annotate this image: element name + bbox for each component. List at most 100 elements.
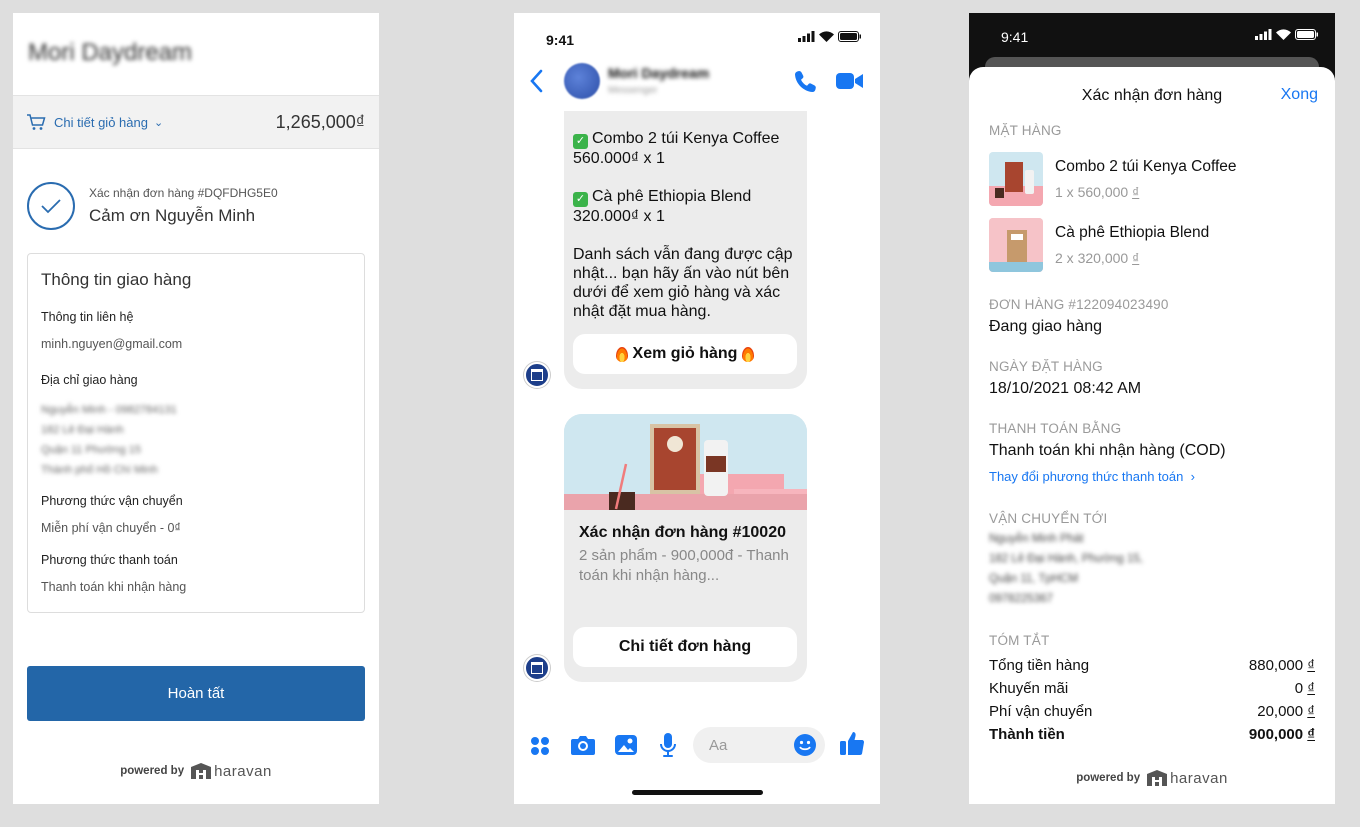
order-confirmation: Xác nhận đơn hàng #DQFDHG5E0 Cảm ơn Nguy…: [13, 149, 379, 245]
status-time: 9:41: [1001, 29, 1029, 45]
store-name: Mori Daydream: [28, 39, 193, 66]
payment-label: Thanh toán bằng: [989, 421, 1122, 436]
shipping-method-label: Phương thức vận chuyển: [41, 494, 183, 508]
cart-icon: [27, 114, 46, 130]
shipping-method-value: Miễn phí vận chuyển - 0₫: [41, 521, 181, 535]
powered-by-text: powered by: [1076, 772, 1141, 784]
chat-header: Mori Daydream Messenger: [514, 59, 880, 111]
video-call-icon[interactable]: [836, 71, 864, 91]
msg-item2-price: 320.000₫ x 1: [573, 208, 665, 225]
summary-row: Tổng tiền hàng 880,000 ₫: [989, 657, 1315, 674]
powered-by-footer: powered by haravan: [969, 769, 1335, 787]
order-card-title: Xác nhận đơn hàng #10020: [579, 524, 786, 541]
message-composer: Aa: [514, 725, 880, 765]
cart-summary-bar[interactable]: Chi tiết giỏ hàng ⌄ 1,265,000₫: [13, 95, 379, 149]
chevron-down-icon: ⌄: [153, 116, 164, 129]
gallery-icon[interactable]: [614, 734, 638, 756]
item-qty-price: 1 x 560,000 ₫: [1055, 184, 1140, 200]
status-time: 9:41: [546, 32, 575, 48]
payment-value: Thanh toán khi nhận hàng (COD): [989, 442, 1226, 459]
haravan-logo-icon: [1147, 770, 1168, 786]
order-number-label: Đơn hàng #122094023490: [989, 297, 1169, 312]
contact-value: minh.nguyen@gmail.com: [41, 337, 183, 351]
product-hero-image: [564, 414, 807, 510]
payment-method-value: Thanh toán khi nhận hàng: [41, 580, 187, 594]
address-label: Địa chỉ giao hàng: [41, 373, 138, 387]
order-item: Cà phê Ethiopia Blend 2 x 320,000 ₫: [989, 218, 1209, 272]
powered-by-text: powered by: [120, 765, 185, 777]
page-avatar[interactable]: [564, 63, 600, 99]
signal-icon: [798, 31, 815, 42]
ship-to-label: Vận chuyển tới: [989, 511, 1108, 526]
input-placeholder: Aa: [709, 737, 728, 754]
order-card-desc: 2 sản phẩm - 900,000đ - Thanh toán khi n…: [579, 547, 789, 584]
message-bubble-order: Xác nhận đơn hàng #10020 2 sản phẩm - 90…: [564, 414, 807, 682]
shipping-info-card: Thông tin giao hàng Thông tin liên hệ mi…: [27, 253, 365, 613]
cart-details-toggle[interactable]: Chi tiết giỏ hàng: [54, 115, 148, 130]
emoji-icon[interactable]: [793, 733, 817, 757]
order-item: Combo 2 túi Kenya Coffee 1 x 560,000 ₫: [989, 152, 1237, 206]
thank-you-message: Cảm ơn Nguyễn Minh: [89, 206, 256, 225]
address-line: Nguyễn Minh - 0982784131: [41, 404, 177, 416]
wifi-icon: [819, 31, 834, 42]
back-arrow-icon[interactable]: [530, 69, 544, 93]
wifi-icon: [1276, 29, 1291, 40]
status-icons: [1255, 29, 1319, 40]
bot-avatar: [524, 655, 550, 681]
like-thumb-icon[interactable]: [839, 730, 865, 756]
brand-name: haravan: [214, 762, 272, 780]
status-icons: [798, 31, 862, 42]
item-thumbnail: [989, 218, 1043, 272]
bot-avatar: [524, 362, 550, 388]
page-name[interactable]: Mori Daydream: [608, 65, 709, 81]
finish-button[interactable]: Hoàn tất: [27, 666, 365, 721]
store-header: Mori Daydream: [13, 13, 379, 95]
apps-menu-icon[interactable]: [530, 736, 550, 756]
haravan-logo-icon: [191, 763, 212, 779]
msg-item1-price: 560.000₫ x 1: [573, 150, 665, 167]
microphone-icon[interactable]: [659, 732, 677, 758]
item-name: Cà phê Ethiopia Blend: [1055, 224, 1210, 241]
checkout-web-panel: Mori Daydream Chi tiết giỏ hàng ⌄ 1,265,…: [13, 13, 379, 804]
summary-label: Tóm tắt: [989, 633, 1050, 648]
order-number: Xác nhận đơn hàng #DQFDHG5E0: [89, 186, 278, 200]
fire-icon: [742, 346, 755, 362]
view-cart-button[interactable]: Xem giỏ hàng: [573, 334, 797, 374]
view-cart-label: Xem giỏ hàng: [632, 345, 738, 362]
cart-total: 1,265,000₫: [275, 111, 365, 132]
card-title: Thông tin giao hàng: [41, 270, 192, 289]
payment-method-label: Phương thức thanh toán: [41, 553, 178, 567]
fire-icon: [615, 346, 628, 362]
ship-to-address: Nguyễn Minh Phát 182 Lê Đại Hành, Phường…: [989, 533, 1143, 605]
contact-label: Thông tin liên hệ: [41, 310, 134, 324]
brand-name: haravan: [1170, 769, 1228, 787]
check-mark-icon: ✓: [573, 192, 588, 207]
message-bubble-cart: ✓ Combo 2 túi Kenya Coffee 560.000₫ x 1 ✓…: [564, 93, 807, 389]
items-label: Mặt hàng: [989, 123, 1062, 138]
msg-item2-name: Cà phê Ethiopia Blend: [592, 188, 752, 205]
home-indicator: [632, 790, 763, 795]
item-thumbnail: [989, 152, 1043, 206]
address-line: Thành phố Hồ Chí Minh: [41, 464, 158, 476]
address-block: Nguyễn Minh - 0982784131 182 Lê Đại Hành…: [41, 400, 351, 480]
summary-row: Phí vận chuyển 20,000 ₫: [989, 703, 1315, 720]
address-line: Quận 11 Phường 15: [41, 444, 141, 456]
message-input[interactable]: Aa: [693, 727, 825, 763]
msg-item1: ✓ Combo 2 túi Kenya Coffee: [573, 129, 798, 149]
msg-item2: ✓ Cà phê Ethiopia Blend: [573, 187, 798, 207]
phone-icon[interactable]: [794, 69, 818, 93]
battery-icon: [1295, 29, 1318, 40]
done-button[interactable]: Xong: [1281, 86, 1318, 104]
battery-icon: [838, 31, 861, 42]
order-receipt-panel: 9:41 Xác nhận đơn hàng Xong Mặt hàng Com…: [969, 13, 1335, 804]
chevron-right-icon: ›: [1186, 469, 1195, 484]
order-date: 18/10/2021 08:42 AM: [989, 380, 1142, 397]
signal-icon: [1255, 29, 1272, 40]
check-mark-icon: ✓: [573, 134, 588, 149]
order-detail-button[interactable]: Chi tiết đơn hàng: [573, 627, 797, 667]
camera-icon[interactable]: [570, 734, 596, 756]
order-status: Đang giao hàng: [989, 318, 1102, 335]
change-payment-link[interactable]: Thay đổi phương thức thanh toán ›: [989, 469, 1195, 484]
powered-by-footer: powered by haravan: [13, 762, 379, 780]
order-date-label: Ngày đặt hàng: [989, 359, 1103, 374]
